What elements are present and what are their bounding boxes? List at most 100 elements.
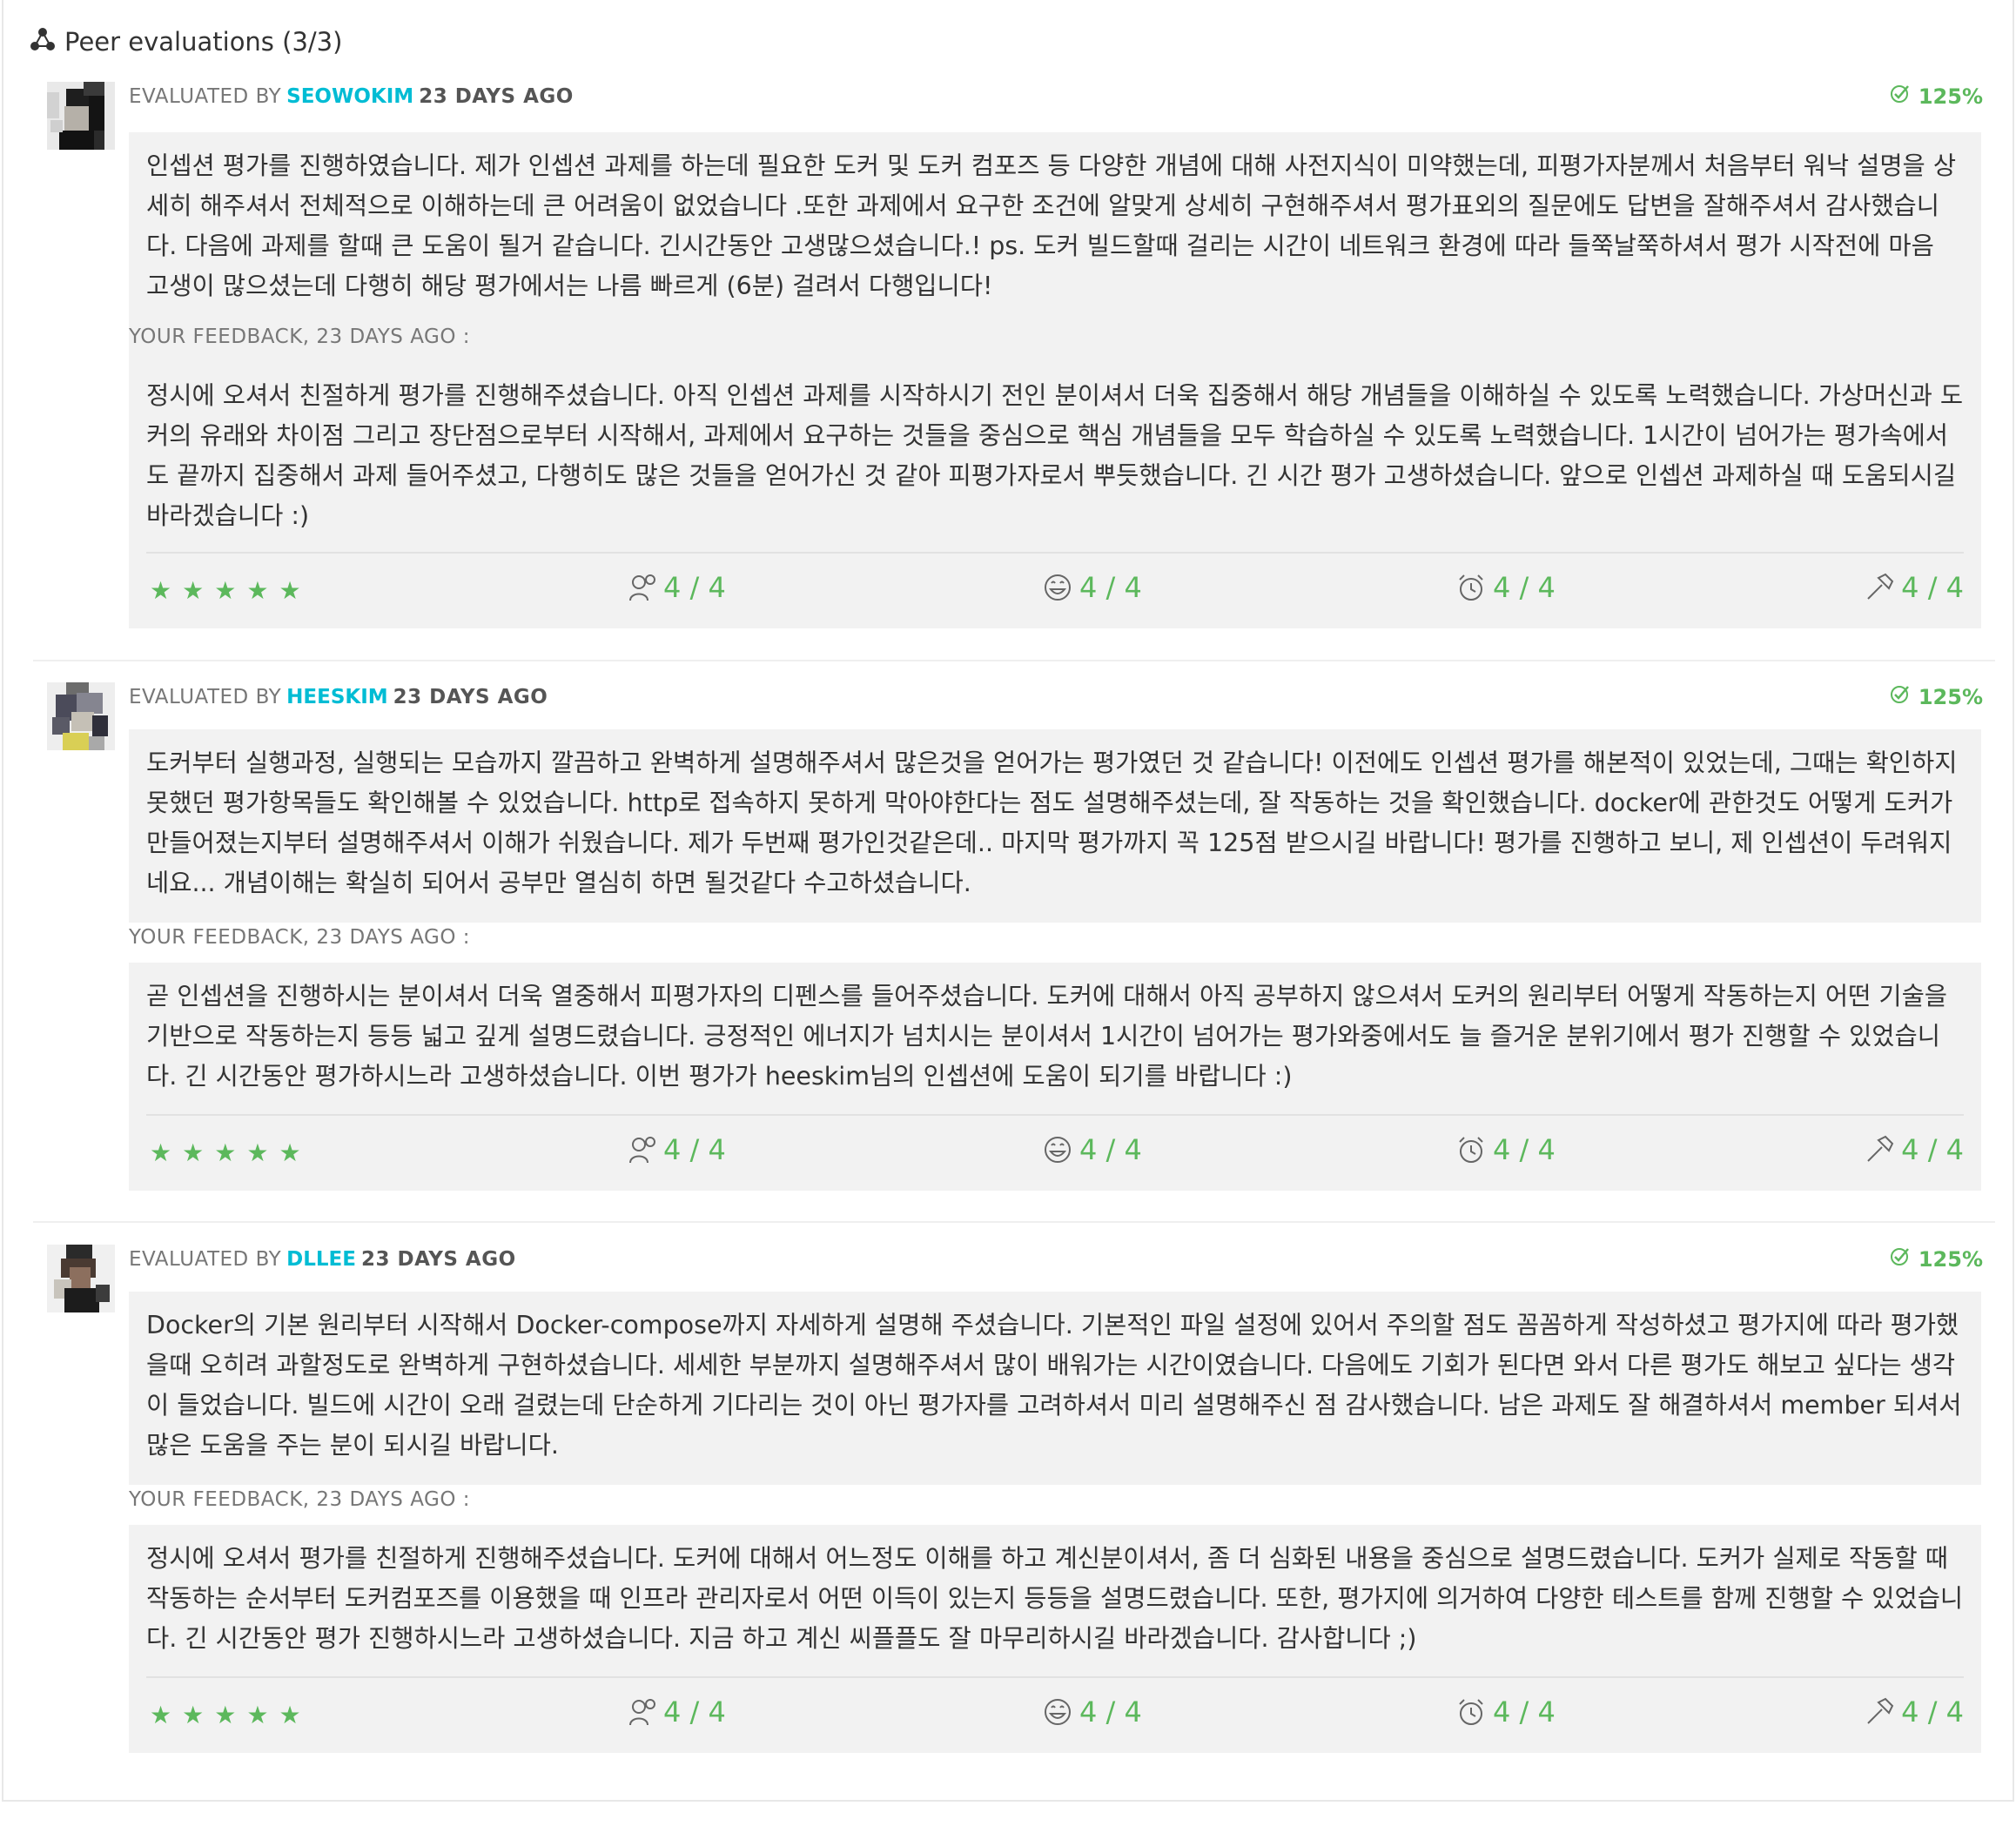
rating-punctuality: 4 / 4 [1456, 571, 1556, 604]
evaluator-login-link[interactable]: HEESKIM [286, 686, 388, 708]
star-icon: ★ [246, 1701, 269, 1729]
nice-smiley-icon [1043, 1697, 1072, 1727]
panel-header: Peer evaluations (3/3) [30, 23, 342, 61]
rating-nice: 4 / 4 [1043, 1133, 1142, 1166]
rating-value: 4 / 4 [1079, 1133, 1142, 1166]
star-icon: ★ [150, 576, 172, 605]
rating-value: 4 / 4 [1493, 1133, 1556, 1166]
evaluation-date: 23 DAYS AGO [360, 1248, 516, 1271]
star-icon: ★ [182, 576, 205, 605]
evaluator-comment: 인셉션 평가를 진행하였습니다. 제가 인셉션 과제를 하는데 필요한 도커 및… [146, 151, 1957, 300]
interested-icon [627, 1135, 656, 1165]
interested-icon [627, 1697, 656, 1727]
rating-nice: 4 / 4 [1043, 1695, 1142, 1729]
feedback-text: 정시에 오셔서 친절하게 평가를 진행해주셨습니다. 아직 인셉션 과제를 시작… [146, 381, 1964, 530]
evaluation-date: 23 DAYS AGO [419, 85, 574, 108]
star-icon: ★ [279, 576, 301, 605]
feedback-label: YOUR FEEDBACK, 23 DAYS AGO : [129, 1488, 471, 1511]
final-mark-value: 125% [1918, 1247, 1983, 1272]
star-icon: ★ [214, 576, 237, 605]
rating-interested: 4 / 4 [627, 1133, 726, 1166]
star-icon: ★ [182, 1701, 205, 1729]
final-mark: 125% [1889, 82, 1983, 111]
avatar[interactable] [47, 1245, 115, 1312]
evaluation-meta: EVALUATED BY SEOWOKIM 23 DAYS AGO [129, 82, 574, 111]
evaluated-by-label: EVALUATED BY [129, 686, 282, 708]
star-icon: ★ [150, 1138, 172, 1167]
evaluation-meta: EVALUATED BY DLLEE 23 DAYS AGO [129, 1245, 516, 1274]
feedback-text: 곧 인셉션을 진행하시는 분이셔서 더욱 열중해서 피평가자의 디펜스를 들어주… [146, 982, 1948, 1091]
evaluator-login-link[interactable]: SEOWOKIM [286, 85, 413, 108]
evaluated-by-label: EVALUATED BY [129, 85, 282, 108]
rating-interested: 4 / 4 [627, 1695, 726, 1729]
rating-value: 4 / 4 [663, 1695, 726, 1729]
star-rating: ★ ★ ★ ★ ★ [150, 576, 301, 606]
divider [33, 1221, 1995, 1223]
rating-value: 4 / 4 [1901, 1695, 1964, 1729]
evaluation-item: EVALUATED BY HEESKIM 23 DAYS AGO 125% 도커… [3, 682, 2013, 1222]
rating-value: 4 / 4 [1493, 571, 1556, 604]
check-icon [1889, 1246, 1910, 1272]
rating-rigorous: 4 / 4 [1865, 1133, 1964, 1166]
star-rating: ★ ★ ★ ★ ★ [150, 1701, 301, 1730]
divider [33, 660, 1995, 661]
check-icon [1889, 684, 1910, 710]
rating-value: 4 / 4 [1493, 1695, 1556, 1729]
avatar[interactable] [47, 682, 115, 750]
star-icon: ★ [214, 1138, 237, 1167]
final-mark: 125% [1889, 682, 1983, 712]
star-icon: ★ [214, 1701, 237, 1729]
feedback-box: 정시에 오셔서 평가를 친절하게 진행해주셨습니다. 도커에 대해서 어느정도 … [129, 1525, 1981, 1753]
evaluator-comment-box: Docker의 기본 원리부터 시작해서 Docker-compose까지 자세… [129, 1292, 1981, 1485]
rating-value: 4 / 4 [1079, 571, 1142, 604]
evaluation-item: EVALUATED BY DLLEE 23 DAYS AGO 125% Dock… [3, 1245, 2013, 1793]
feedback-box: 정시에 오셔서 친절하게 평가를 진행해주셨습니다. 아직 인셉션 과제를 시작… [129, 362, 1981, 628]
rating-value: 4 / 4 [663, 571, 726, 604]
rating-value: 4 / 4 [1901, 571, 1964, 604]
evaluation-date: 23 DAYS AGO [393, 686, 548, 708]
punctuality-alarm-icon [1456, 1135, 1486, 1165]
star-icon: ★ [182, 1138, 205, 1167]
panel-title: Peer evaluations (3/3) [64, 27, 343, 57]
evaluated-by-label: EVALUATED BY [129, 1248, 282, 1271]
rating-punctuality: 4 / 4 [1456, 1695, 1556, 1729]
check-icon [1889, 84, 1910, 110]
evaluation-meta: EVALUATED BY HEESKIM 23 DAYS AGO [129, 682, 548, 712]
rating-rigorous: 4 / 4 [1865, 571, 1964, 604]
ratings-row: ★ ★ ★ ★ ★ 4 / 4 4 / 4 4 / 4 4 / 4 [146, 1114, 1964, 1191]
punctuality-alarm-icon [1456, 573, 1486, 602]
peer-evaluations-panel: Peer evaluations (3/3) EVALUATED BY SEOW… [2, 0, 2014, 1802]
evaluator-login-link[interactable]: DLLEE [286, 1248, 356, 1271]
star-icon: ★ [279, 1138, 301, 1167]
star-icon: ★ [246, 576, 269, 605]
rating-value: 4 / 4 [1901, 1133, 1964, 1166]
final-mark: 125% [1889, 1245, 1983, 1274]
feedback-text: 정시에 오셔서 평가를 친절하게 진행해주셨습니다. 도커에 대해서 어느정도 … [146, 1544, 1964, 1653]
nice-smiley-icon [1043, 573, 1072, 602]
network-icon [30, 26, 56, 58]
final-mark-value: 125% [1918, 685, 1983, 709]
evaluator-comment: 도커부터 실행과정, 실행되는 모습까지 깔끔하고 완벽하게 설명해주셔서 많은… [146, 749, 1958, 897]
star-icon: ★ [150, 1701, 172, 1729]
rigorous-hammer-icon [1865, 1697, 1894, 1727]
rigorous-hammer-icon [1865, 1135, 1894, 1165]
star-icon: ★ [279, 1701, 301, 1729]
ratings-row: ★ ★ ★ ★ ★ 4 / 4 4 / 4 4 / 4 4 / 4 [146, 552, 1964, 628]
rating-value: 4 / 4 [1079, 1695, 1142, 1729]
rating-value: 4 / 4 [663, 1133, 726, 1166]
punctuality-alarm-icon [1456, 1697, 1486, 1727]
rating-nice: 4 / 4 [1043, 571, 1142, 604]
final-mark-value: 125% [1918, 84, 1983, 109]
interested-icon [627, 573, 656, 602]
rating-interested: 4 / 4 [627, 571, 726, 604]
evaluator-comment: Docker의 기본 원리부터 시작해서 Docker-compose까지 자세… [146, 1311, 1962, 1460]
star-rating: ★ ★ ★ ★ ★ [150, 1138, 301, 1168]
feedback-label: YOUR FEEDBACK, 23 DAYS AGO : [129, 326, 471, 348]
evaluation-item: EVALUATED BY SEOWOKIM 23 DAYS AGO 125% 인… [3, 82, 2013, 639]
nice-smiley-icon [1043, 1135, 1072, 1165]
ratings-row: ★ ★ ★ ★ ★ 4 / 4 4 / 4 4 / 4 4 / 4 [146, 1676, 1964, 1753]
star-icon: ★ [246, 1138, 269, 1167]
rating-rigorous: 4 / 4 [1865, 1695, 1964, 1729]
avatar[interactable] [47, 82, 115, 150]
rating-punctuality: 4 / 4 [1456, 1133, 1556, 1166]
